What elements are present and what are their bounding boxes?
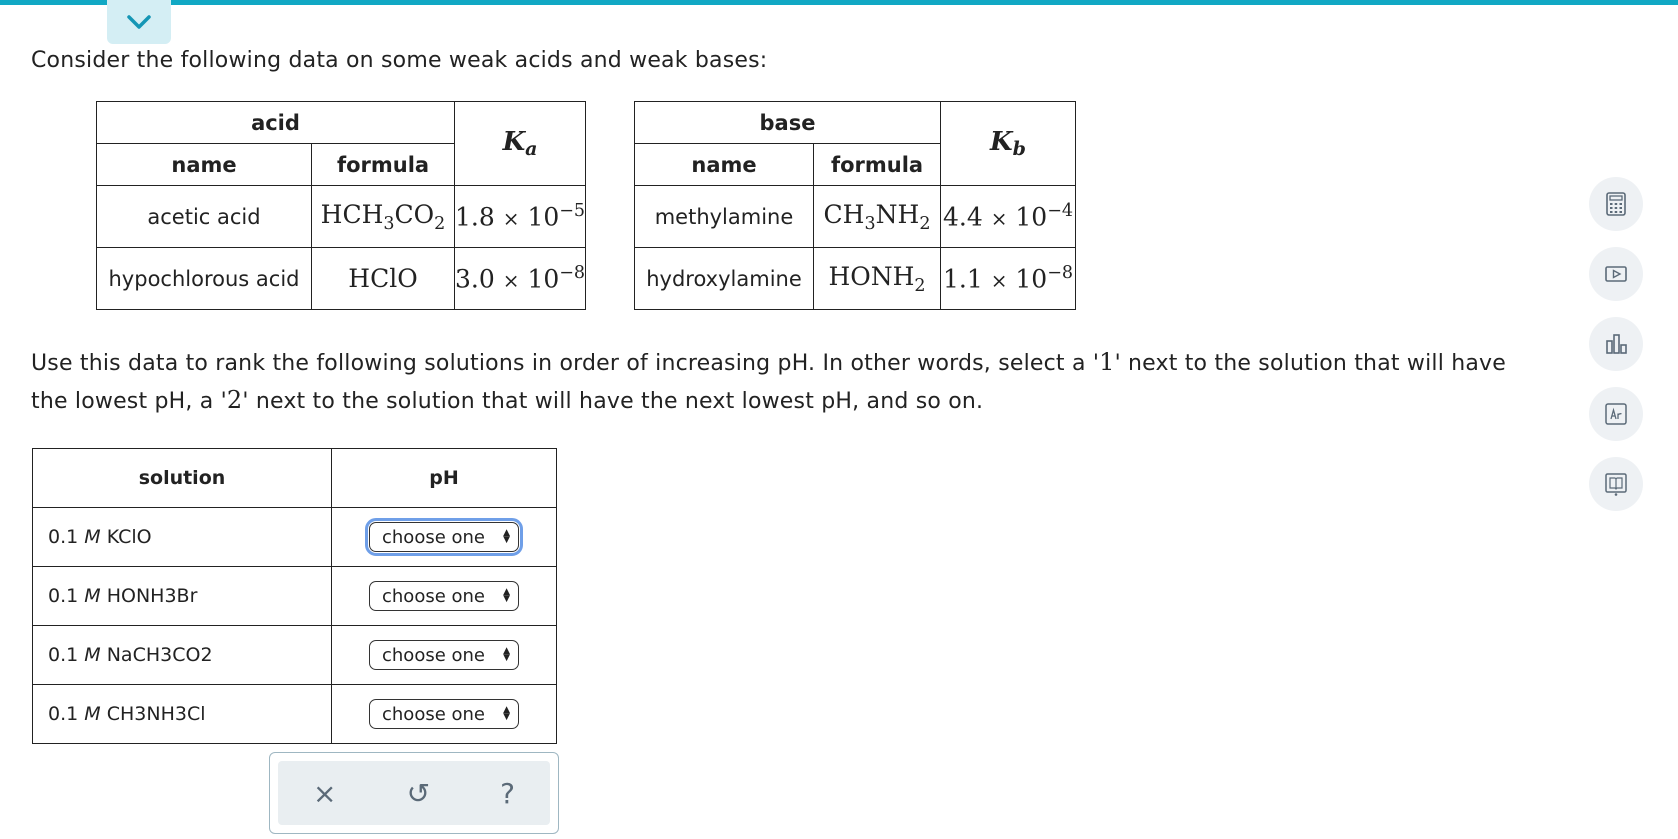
kb-header: Kb [940,101,1076,186]
acid-ka-value: 1.8 × 10−5 [453,185,587,248]
base-name: methylamine [634,185,814,248]
acid-row: acetic acid HCH3CO2 1.8 × 10−5 [96,185,587,248]
base-row: hydroxylamine HONH2 1.1 × 10−8 [634,247,1076,310]
ka-subscript: a [525,138,538,161]
periodic-table-button[interactable] [1589,387,1643,441]
select-arrows-icon: ▲ ▼ [503,646,510,663]
select-arrows-icon: ▲ ▼ [503,528,510,545]
base-formula-header: formula [813,143,941,186]
solution-label: 0.1 M HONH3Br [32,566,332,626]
ph-header: pH [331,448,557,508]
acid-name: acetic acid [96,185,312,248]
acid-group-header: acid [96,101,455,144]
chevron-down-icon [127,15,151,29]
clear-answer-button[interactable]: × [313,777,336,810]
solution-row: 0.1 M KClO choose one ▲ ▼ [32,507,557,567]
periodic-table-icon [1605,403,1627,425]
solution-label: 0.1 M CH3NH3Cl [32,684,332,744]
acid-row: hypochlorous acid HClO 3.0 × 10−8 [96,247,587,310]
top-accent-bar [0,0,1678,5]
solution-row: 0.1 M CH3NH3Cl choose one ▲ ▼ [32,684,557,744]
ka-header: Ka [453,101,587,186]
base-formula: HONH2 [813,247,941,310]
calculator-button[interactable] [1589,177,1643,231]
collapse-tab[interactable] [107,0,171,44]
acid-table: acid Ka name formula acetic acid HCH3CO2… [96,101,587,310]
video-button[interactable] [1589,247,1643,301]
ph-rank-select[interactable]: choose one ▲ ▼ [369,699,519,729]
ph-rank-select[interactable]: choose one ▲ ▼ [365,518,523,556]
solution-header: solution [32,448,332,508]
base-kb-value: 1.1 × 10−8 [940,247,1076,310]
action-buttons: × ↺ ? [278,761,550,825]
base-table: base Kb name formula methylamine CH3NH2 … [634,101,1076,310]
acid-formula: HClO [311,247,455,310]
kb-subscript: b [1012,138,1026,161]
solution-row: 0.1 M NaCH3CO2 choose one ▲ ▼ [32,625,557,685]
undo-button[interactable]: ↺ [407,777,430,810]
base-name-header: name [634,143,814,186]
chart-icon [1606,334,1627,354]
base-name: hydroxylamine [634,247,814,310]
intro-text: Consider the following data on some weak… [31,48,768,73]
base-row: methylamine CH3NH2 4.4 × 10−4 [634,185,1076,248]
solution-ranking-table: solution pH 0.1 M KClO choose one ▲ ▼ 0.1 … [32,448,557,744]
answer-action-bar: × ↺ ? [269,752,559,834]
help-button[interactable]: ? [500,777,515,810]
select-arrows-icon: ▲ ▼ [503,705,510,722]
data-chart-button[interactable] [1589,317,1643,371]
solution-label: 0.1 M KClO [32,507,332,567]
base-formula: CH3NH2 [813,185,941,248]
base-group-header: base [634,101,941,144]
side-toolbar [1589,177,1643,527]
reference-book-button[interactable] [1589,457,1643,511]
video-icon [1605,266,1627,282]
ka-symbol: K [502,126,526,157]
acid-formula-header: formula [311,143,455,186]
instructions-text: Use this data to rank the following solu… [31,348,1506,414]
solution-row: 0.1 M HONH3Br choose one ▲ ▼ [32,566,557,626]
acid-name-header: name [96,143,312,186]
base-kb-value: 4.4 × 10−4 [940,185,1076,248]
acid-formula: HCH3CO2 [311,185,455,248]
ph-rank-select[interactable]: choose one ▲ ▼ [369,640,519,670]
ph-rank-select[interactable]: choose one ▲ ▼ [369,581,519,611]
kb-symbol: K [990,126,1013,157]
acid-name: hypochlorous acid [96,247,312,310]
select-arrows-icon: ▲ ▼ [503,587,510,604]
solution-label: 0.1 M NaCH3CO2 [32,625,332,685]
calculator-icon [1606,192,1626,216]
reference-book-icon [1605,473,1627,496]
acid-ka-value: 3.0 × 10−8 [453,247,587,310]
